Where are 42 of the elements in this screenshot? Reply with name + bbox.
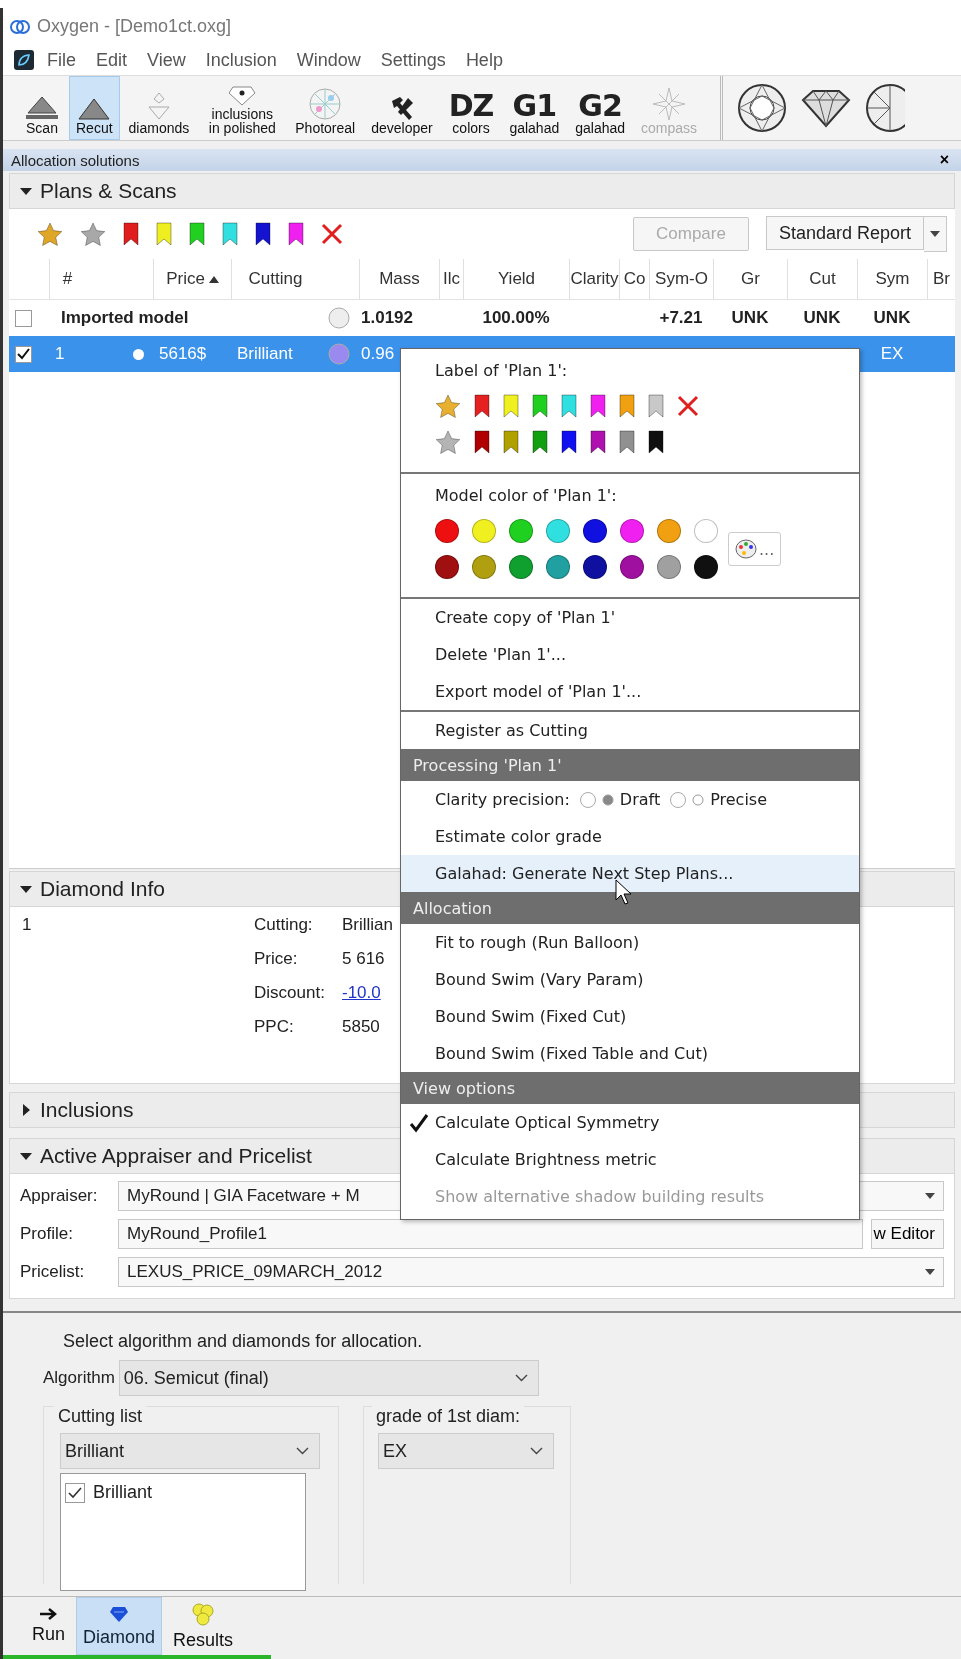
table-cell-text: UNK xyxy=(802,308,842,328)
field-value: 5850 xyxy=(342,1017,380,1038)
field-label: Price: xyxy=(254,949,298,970)
table-cell-text: UNK xyxy=(872,308,912,328)
table-cell-text: 100.00% xyxy=(481,308,551,328)
field-label: PPC: xyxy=(254,1017,294,1038)
panel-title: Allocation solutions xyxy=(11,151,140,169)
section-title: Active Appraiser and Pricelist xyxy=(40,1144,312,1168)
table-cell-text: Brilliant xyxy=(236,344,294,364)
section-title: Diamond Info xyxy=(40,877,165,901)
field-label: Algorithm xyxy=(43,1368,115,1388)
section-title: Plans & Scans xyxy=(40,179,177,203)
table-cell-text: 1.0192 xyxy=(360,308,414,328)
field-label: Profile: xyxy=(20,1224,74,1244)
field-value: Brillian xyxy=(342,915,394,936)
section-title: Inclusions xyxy=(40,1098,134,1122)
group-title: grade of 1st diam: xyxy=(372,1406,525,1427)
field-label: Cutting: xyxy=(254,915,313,936)
menu-label: Clarity precision: xyxy=(435,790,570,809)
table-cell-text: Imported model xyxy=(60,308,190,328)
menu-section-title: Label of 'Plan 1': xyxy=(435,361,569,380)
table-cell-text: 0.96 xyxy=(360,344,396,364)
table-cell-text: +7.21 xyxy=(658,308,704,328)
menu-section-title: Model color of 'Plan 1': xyxy=(435,486,618,505)
field-label: Discount: xyxy=(254,983,325,1004)
group-title: Cutting list xyxy=(54,1406,147,1427)
field-value: 5 616 xyxy=(342,949,385,970)
instruction-text: Select algorithm and diamonds for allocation. xyxy=(63,1331,424,1352)
table-cell-text: EX xyxy=(879,344,905,364)
table-cell-text: 1 xyxy=(54,344,66,364)
toolbar-glyph: G2 xyxy=(578,91,622,121)
field-label: Appraiser: xyxy=(20,1186,99,1206)
table-cell-text: 5616$ xyxy=(158,344,208,364)
menu-section-header: Allocation xyxy=(401,892,859,924)
toolbar-glyph: DZ xyxy=(448,91,494,121)
window-title: Oxygen - [Demo1ct.oxg] xyxy=(37,16,232,37)
menu-section-header: View options xyxy=(401,1072,859,1104)
diamond-number: 1 xyxy=(22,915,32,936)
table-cell-text: UNK xyxy=(730,308,770,328)
field-label: Pricelist: xyxy=(20,1262,86,1282)
toolbar-glyph: G1 xyxy=(512,91,557,121)
menu-section-header: Processing 'Plan 1' xyxy=(401,749,859,781)
